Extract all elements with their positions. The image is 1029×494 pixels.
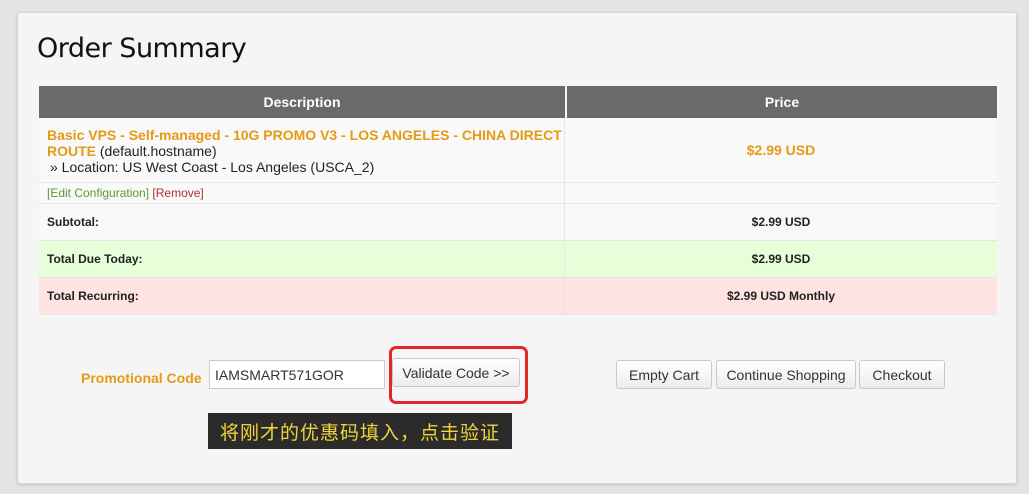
order-table: Description Price Basic VPS - Self-manag… [39, 86, 997, 315]
total-due-value: $2.99 USD [751, 252, 811, 266]
annotation-tooltip: 将刚才的优惠码填入，点击验证 [208, 413, 512, 449]
item-description: Basic VPS - Self-managed - 10G PROMO V3 … [39, 118, 565, 182]
continue-shopping-button[interactable]: Continue Shopping [716, 360, 856, 389]
item-actions: [Edit Configuration] [Remove] [39, 183, 565, 203]
checkout-button[interactable]: Checkout [859, 360, 945, 389]
subtotal-label: Subtotal: [39, 204, 565, 240]
item-price: $2.99 USD [746, 142, 816, 158]
promo-code-label: Promotional Code [81, 370, 202, 386]
item-actions-row: [Edit Configuration] [Remove] [39, 183, 997, 204]
total-due-row: Total Due Today: $2.99 USD [39, 241, 997, 278]
empty-cart-button[interactable]: Empty Cart [616, 360, 712, 389]
total-recurring-label: Total Recurring: [39, 278, 565, 314]
validate-code-button[interactable]: Validate Code >> [392, 358, 520, 387]
edit-configuration-link[interactable]: [Edit Configuration] [47, 186, 149, 200]
total-recurring-value: $2.99 USD Monthly [726, 289, 836, 303]
item-hostname: (default.hostname) [96, 143, 217, 159]
column-header-price: Price [567, 86, 997, 118]
empty-cell [565, 183, 997, 203]
remove-link[interactable]: [Remove] [152, 186, 203, 200]
table-header: Description Price [39, 86, 997, 118]
promo-code-input[interactable] [209, 360, 385, 389]
product-name: Basic VPS - Self-managed [47, 127, 221, 143]
item-location: » Location: US West Coast - Los Angeles … [50, 159, 375, 175]
table-row: Basic VPS - Self-managed - 10G PROMO V3 … [39, 118, 997, 183]
order-summary-panel: Order Summary Description Price Basic VP… [17, 12, 1017, 484]
total-due-label: Total Due Today: [39, 241, 565, 277]
subtotal-value: $2.99 USD [751, 215, 811, 229]
item-title: Basic VPS - Self-managed - 10G PROMO V3 … [47, 127, 564, 159]
page-title: Order Summary [37, 33, 247, 64]
total-recurring-row: Total Recurring: $2.99 USD Monthly [39, 278, 997, 315]
subtotal-row: Subtotal: $2.99 USD [39, 204, 997, 241]
column-header-description: Description [39, 86, 565, 118]
